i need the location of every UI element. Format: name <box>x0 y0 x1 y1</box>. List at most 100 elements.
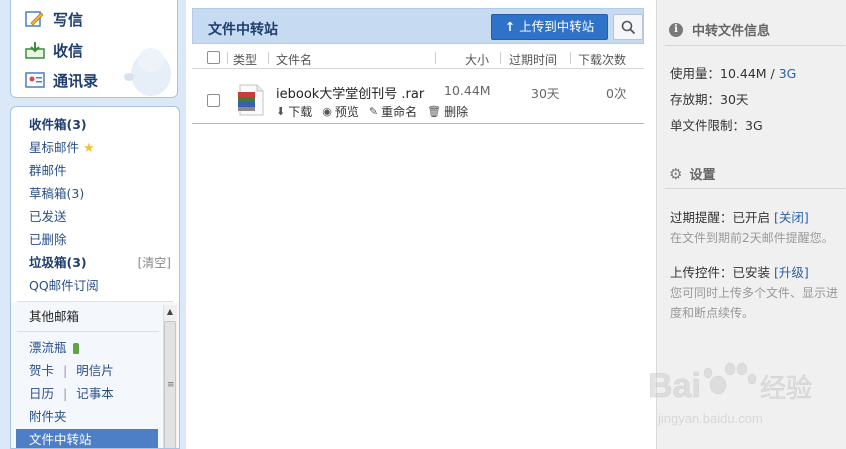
folder-deleted[interactable]: 已删除 <box>29 230 67 250</box>
folder-inbox-label: 收件箱 <box>29 117 67 132</box>
column-separator <box>227 52 228 64</box>
grip-icon: ≡ <box>167 380 175 390</box>
divider <box>665 188 845 189</box>
app-greeting-card[interactable]: 贺卡 <box>29 363 54 378</box>
file-expiry: 30天 <box>531 86 560 101</box>
folder-starred-label: 星标邮件 <box>29 140 80 155</box>
usage-row: 使用量：10.44M / 3G <box>670 63 796 82</box>
eye-icon: ◉ <box>322 105 332 118</box>
compose-label: 写信 <box>53 10 84 29</box>
scroll-up-arrow-icon[interactable]: ▲ <box>163 305 177 319</box>
folder-spam-count: (3) <box>66 255 87 270</box>
upload-button[interactable]: ↑ 上传到中转站 <box>491 14 608 40</box>
col-downloads[interactable]: 下载次数 <box>578 51 626 68</box>
other-mailbox-header[interactable]: 其他邮箱 <box>29 307 79 327</box>
folder-sent[interactable]: 已发送 <box>29 207 67 227</box>
search-button[interactable] <box>613 14 643 40</box>
delete-label: 删除 <box>444 105 469 119</box>
app-card-row: 贺卡 | 明信片 <box>29 361 114 381</box>
retention-text: 存放期：30天 <box>670 92 749 107</box>
upload-control-note: 您可同时上传多个文件、显示进度和断点续传。 <box>670 286 839 320</box>
rename-action[interactable]: ✎ 重命名 <box>369 103 417 120</box>
svg-text:jingyan.baidu.com: jingyan.baidu.com <box>657 411 763 426</box>
folder-drafts-count: (3) <box>66 186 85 201</box>
preview-action[interactable]: ◉ 预览 <box>322 103 359 120</box>
divider <box>17 301 173 302</box>
app-calendar[interactable]: 日历 <box>29 386 54 401</box>
app-drift-bottle[interactable]: 漂流瓶 <box>29 338 79 358</box>
separator-pipe: | <box>63 386 68 401</box>
folder-sent-label: 已发送 <box>29 209 67 224</box>
svg-text:Bai: Bai <box>648 367 701 405</box>
app-postcard[interactable]: 明信片 <box>76 363 114 378</box>
col-type[interactable]: 类型 <box>233 51 257 68</box>
file-limit-text: 单文件限制：3G <box>670 118 763 133</box>
col-filename[interactable]: 文件名 <box>276 51 312 68</box>
upload-control-row: 上传控件：已安装 [升级] <box>670 262 809 281</box>
column-separator <box>570 52 571 64</box>
delete-action[interactable]: 🗑 删除 <box>427 103 468 120</box>
rename-label: 重命名 <box>381 105 418 119</box>
table-row[interactable]: iebook大学堂创刊号 .rar 10.44M 30天 0次 ⬇ 下载 ◉ 预览 … <box>192 70 644 124</box>
folder-drafts-label: 草稿箱 <box>29 186 67 201</box>
info-icon: i <box>669 22 683 37</box>
folder-panel: 收件箱(3) 星标邮件 ★ 群邮件 草稿箱(3) 已发送 已删除 垃圾箱(3) … <box>10 106 180 449</box>
folder-inbox-count: (3) <box>66 117 87 132</box>
info-title: 中转文件信息 <box>692 24 771 39</box>
app-file-transfer[interactable]: 文件中转站 <box>29 430 92 448</box>
upload-control-label: 上传控件：已安装 <box>670 265 774 280</box>
expiry-reminder-toggle[interactable]: [关闭] <box>774 210 809 225</box>
drift-bottle-label: 漂流瓶 <box>29 340 67 355</box>
file-transfer-main: 文件中转站 ↑ 上传到中转站 类型 文件名 大小 过期时间 下载次数 iebook… <box>192 8 644 449</box>
folder-inbox[interactable]: 收件箱(3) <box>29 115 87 135</box>
usage-total-link[interactable]: 3G <box>779 66 797 81</box>
qq-penguin-decoration <box>124 48 171 96</box>
inbox-check-button[interactable]: 收信 <box>11 36 83 64</box>
download-action[interactable]: ⬇ 下载 <box>276 103 312 120</box>
folder-drafts[interactable]: 草稿箱(3) <box>29 184 84 204</box>
contacts-label: 通讯录 <box>53 71 99 90</box>
compose-button[interactable]: 写信 <box>11 5 83 33</box>
preview-label: 预览 <box>334 105 359 119</box>
inbox-check-label: 收信 <box>53 41 84 60</box>
svg-text:经验: 经验 <box>760 374 812 404</box>
contacts-button[interactable]: 通讯录 <box>11 66 98 94</box>
column-separator <box>435 52 436 64</box>
table-header: 类型 文件名 大小 过期时间 下载次数 <box>192 45 644 69</box>
app-attachments[interactable]: 附件夹 <box>29 407 67 427</box>
divider <box>17 331 159 332</box>
scrollbar-thumb[interactable]: ≡ <box>164 321 176 448</box>
folder-subscription[interactable]: QQ邮件订阅 <box>29 276 99 296</box>
column-separator <box>500 52 501 64</box>
folder-subscription-label: QQ邮件订阅 <box>29 278 99 293</box>
info-header: i 中转文件信息 <box>669 20 770 39</box>
inbox-icon <box>25 40 45 60</box>
search-icon <box>621 20 636 35</box>
folder-deleted-label: 已删除 <box>29 232 67 247</box>
select-all-checkbox[interactable] <box>207 51 220 64</box>
upgrade-link[interactable]: [升级] <box>774 265 809 280</box>
file-actions: ⬇ 下载 ◉ 预览 ✎ 重命名 🗑 删除 <box>276 103 478 120</box>
contacts-icon <box>25 70 45 90</box>
archive-file-icon <box>238 84 264 116</box>
folder-starred[interactable]: 星标邮件 ★ <box>29 138 95 158</box>
col-expiry[interactable]: 过期时间 <box>509 51 557 68</box>
baidu-watermark: Bai 经验 jingyan.baidu.com <box>640 355 820 440</box>
app-notes[interactable]: 记事本 <box>76 386 114 401</box>
folder-group[interactable]: 群邮件 <box>29 161 67 181</box>
settings-header: ⚙ 设置 <box>669 164 715 184</box>
separator-pipe: | <box>63 363 68 378</box>
divider <box>665 45 845 46</box>
file-name[interactable]: iebook大学堂创刊号 .rar <box>276 83 424 102</box>
file-size: 10.44M <box>444 83 491 98</box>
folder-spam[interactable]: 垃圾箱(3) <box>29 253 87 273</box>
quick-actions-panel: 写信 收信 通讯录 <box>10 0 178 98</box>
upload-button-label: 上传到中转站 <box>519 19 595 34</box>
file-downloads: 0次 <box>606 86 627 101</box>
usage-label: 使用量：10.44M / <box>670 66 779 81</box>
clear-spam-link[interactable]: [清空] <box>138 253 171 273</box>
upload-arrow-icon: ↑ <box>504 19 516 34</box>
pencil-icon: ✎ <box>368 105 379 118</box>
col-size[interactable]: 大小 <box>465 51 489 68</box>
row-checkbox[interactable] <box>207 94 220 107</box>
